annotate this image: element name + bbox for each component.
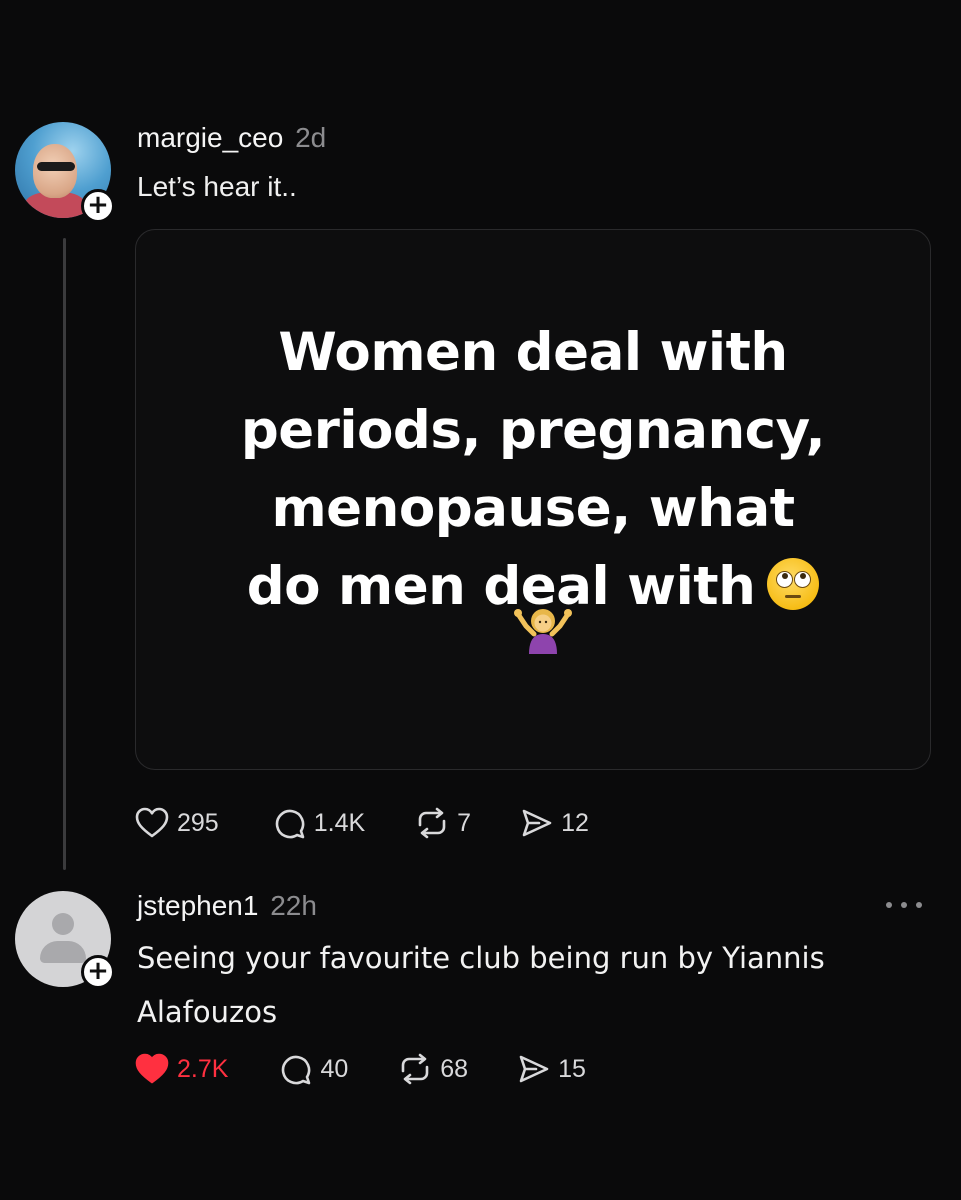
thread-connector-line <box>63 238 66 870</box>
follow-plus-icon[interactable]: + <box>81 189 115 223</box>
repost-icon <box>418 807 446 839</box>
like-button[interactable]: 2.7K <box>135 1053 228 1085</box>
more-icon[interactable] <box>886 895 922 915</box>
reply-text: Seeing your favourite club being run by … <box>137 941 825 1029</box>
reply-header: jstephen1 22h <box>137 889 317 923</box>
heart-icon <box>135 807 169 838</box>
woman-shrugging-emoji <box>514 609 572 654</box>
like-count: 2.7K <box>177 1054 229 1083</box>
share-button[interactable]: 15 <box>518 1053 586 1085</box>
repost-icon <box>401 1053 429 1085</box>
post-text: Let’s hear it.. <box>137 171 297 202</box>
reply-time: 22h <box>270 890 317 921</box>
share-icon <box>519 1055 549 1083</box>
comment-icon <box>282 1055 311 1085</box>
username[interactable]: margie_ceo <box>137 122 283 153</box>
post-actions: 295 1.4K 7 12 <box>135 805 589 841</box>
reply-button[interactable]: 1.4K <box>274 807 365 839</box>
repost-button[interactable]: 68 <box>398 1053 468 1085</box>
heart-icon <box>135 1053 169 1084</box>
share-count: 15 <box>558 1054 586 1083</box>
share-button[interactable]: 12 <box>521 807 589 839</box>
image-text-line: periods, pregnancy, <box>240 400 826 461</box>
repost-count: 7 <box>457 808 472 837</box>
eye-roll-emoji <box>767 558 820 610</box>
reply-count: 1.4K <box>313 808 366 837</box>
like-count: 295 <box>177 808 219 837</box>
reply-actions: 2.7K 40 68 15 <box>135 1051 586 1087</box>
reply-count: 40 <box>320 1054 349 1083</box>
image-text: Women deal with periods, pregnancy, meno… <box>136 314 930 626</box>
like-button[interactable]: 295 <box>135 807 219 839</box>
share-count: 12 <box>561 808 589 837</box>
comment-icon <box>275 809 305 839</box>
post-image-card[interactable]: Women deal with periods, pregnancy, meno… <box>135 229 931 770</box>
image-text-line: Women deal with <box>278 322 788 383</box>
post-header: margie_ceo 2d <box>137 121 326 155</box>
follow-plus-icon[interactable]: + <box>81 955 115 989</box>
reply-button[interactable]: 40 <box>280 1053 348 1085</box>
repost-button[interactable]: 7 <box>415 807 471 839</box>
repost-count: 68 <box>440 1054 469 1083</box>
share-icon <box>522 809 552 837</box>
username[interactable]: jstephen1 <box>137 890 258 921</box>
post-time: 2d <box>295 122 327 153</box>
image-text-line: menopause, what <box>271 478 795 539</box>
